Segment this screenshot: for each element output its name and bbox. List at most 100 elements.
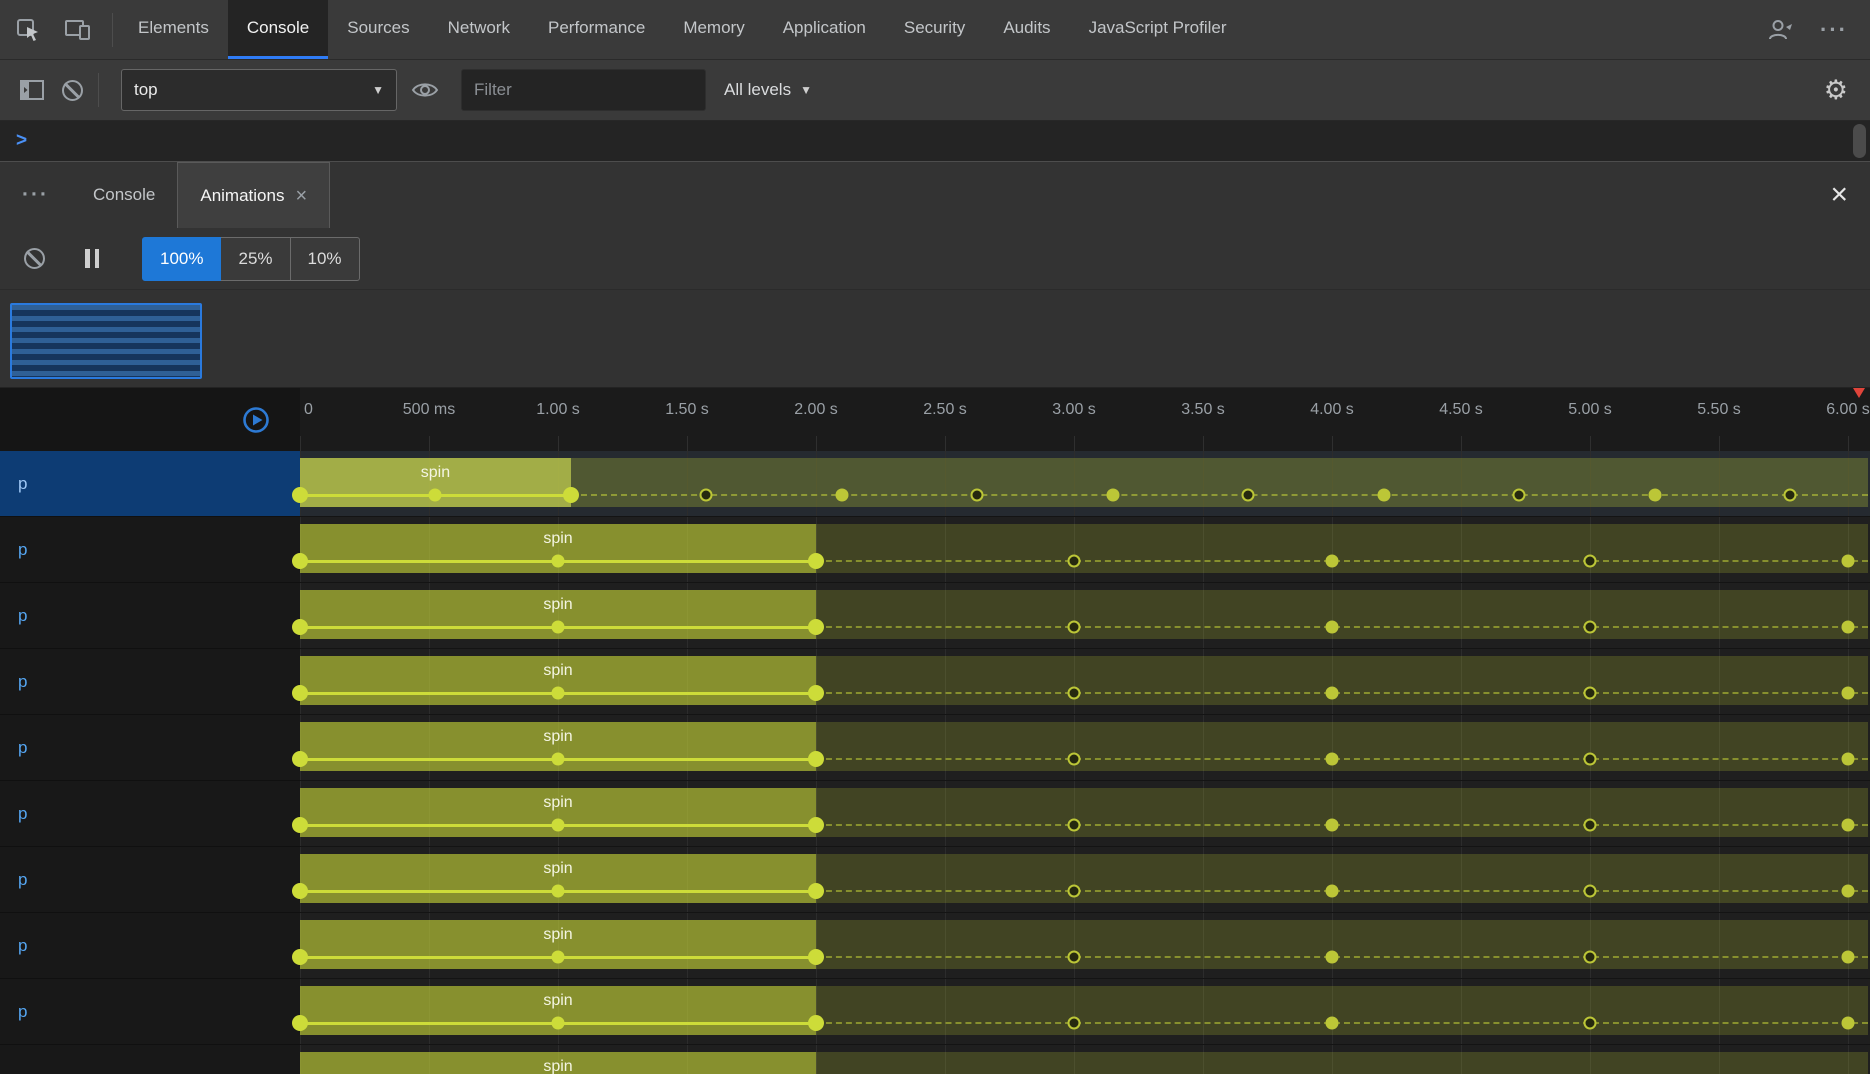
keyframe-point[interactable] — [808, 1015, 824, 1031]
tab-elements[interactable]: Elements — [119, 0, 228, 59]
keyframe-point[interactable] — [1067, 752, 1081, 766]
inspect-element-icon[interactable] — [14, 16, 42, 44]
keyframe-point[interactable] — [808, 817, 824, 833]
animation-row[interactable]: p spin — [0, 451, 1870, 517]
clear-console-icon[interactable] — [52, 70, 92, 110]
tab-application[interactable]: Application — [764, 0, 885, 59]
keyframe-point[interactable] — [428, 488, 442, 502]
playback-rate-100[interactable]: 100% — [142, 236, 222, 281]
keyframe-point[interactable] — [835, 488, 849, 502]
keyframe-point[interactable] — [551, 554, 565, 568]
drawer-close-icon[interactable]: × — [1808, 162, 1870, 228]
user-profile-icon[interactable] — [1766, 16, 1794, 44]
keyframe-point[interactable] — [1583, 752, 1597, 766]
node-cell[interactable]: p — [0, 451, 300, 517]
console-filter-input[interactable] — [461, 69, 706, 111]
keyframe-point[interactable] — [551, 818, 565, 832]
tab-close-icon[interactable]: × — [295, 186, 307, 206]
keyframe-point[interactable] — [1783, 488, 1797, 502]
keyframe-point[interactable] — [1583, 554, 1597, 568]
keyframe-point[interactable] — [1067, 554, 1081, 568]
keyframe-point[interactable] — [1067, 950, 1081, 964]
node-cell[interactable]: p — [0, 649, 300, 715]
node-cell[interactable]: p — [0, 847, 300, 913]
keyframe-point[interactable] — [292, 751, 308, 767]
keyframe-point[interactable] — [1841, 884, 1855, 898]
animation-row[interactable]: p spin — [0, 979, 1870, 1045]
keyframe-point[interactable] — [1067, 884, 1081, 898]
keyframe-point[interactable] — [1067, 1016, 1081, 1030]
keyframe-point[interactable] — [1325, 1016, 1339, 1030]
keyframe-point[interactable] — [1583, 950, 1597, 964]
keyframe-point[interactable] — [1841, 554, 1855, 568]
animation-preview-thumbnail[interactable] — [10, 303, 202, 379]
main-menu-icon[interactable]: ··· — [1820, 18, 1848, 41]
console-scrollbar[interactable] — [1853, 124, 1866, 158]
keyframe-point[interactable] — [1067, 818, 1081, 832]
keyframe-point[interactable] — [292, 949, 308, 965]
timeline-scrubber-marker[interactable] — [1853, 388, 1865, 398]
node-cell[interactable]: p — [0, 979, 300, 1045]
animation-row[interactable]: p spin — [0, 847, 1870, 913]
keyframe-point[interactable] — [1841, 686, 1855, 700]
clear-animations-icon[interactable] — [14, 239, 54, 279]
node-cell[interactable]: p — [0, 1045, 300, 1074]
tab-memory[interactable]: Memory — [664, 0, 763, 59]
keyframe-point[interactable] — [808, 949, 824, 965]
keyframe-point[interactable] — [551, 1016, 565, 1030]
keyframe-point[interactable] — [292, 1015, 308, 1031]
node-cell[interactable]: p — [0, 781, 300, 847]
console-prompt[interactable]: > — [0, 121, 1870, 161]
keyframe-point[interactable] — [1106, 488, 1120, 502]
keyframe-point[interactable] — [970, 488, 984, 502]
playback-rate-25[interactable]: 25% — [220, 236, 291, 281]
tab-javascript-profiler[interactable]: JavaScript Profiler — [1070, 0, 1246, 59]
keyframe-point[interactable] — [699, 488, 713, 502]
keyframe-point[interactable] — [1512, 488, 1526, 502]
more-tabs-icon[interactable]: ··· — [0, 162, 71, 228]
keyframe-point[interactable] — [1583, 620, 1597, 634]
keyframe-point[interactable] — [1841, 620, 1855, 634]
keyframe-point[interactable] — [808, 619, 824, 635]
animation-row[interactable]: p spin — [0, 649, 1870, 715]
keyframe-point[interactable] — [1841, 1016, 1855, 1030]
keyframe-point[interactable] — [292, 817, 308, 833]
tab-network[interactable]: Network — [429, 0, 529, 59]
replay-timeline-icon[interactable] — [240, 404, 272, 436]
keyframe-point[interactable] — [292, 619, 308, 635]
keyframe-point[interactable] — [1583, 1016, 1597, 1030]
keyframe-point[interactable] — [292, 685, 308, 701]
keyframe-point[interactable] — [1377, 488, 1391, 502]
keyframe-point[interactable] — [1583, 884, 1597, 898]
keyframe-point[interactable] — [1583, 818, 1597, 832]
animation-row[interactable]: p spin — [0, 1045, 1870, 1074]
animation-row[interactable]: p spin — [0, 715, 1870, 781]
animation-row[interactable]: p spin — [0, 913, 1870, 979]
tab-performance[interactable]: Performance — [529, 0, 664, 59]
keyframe-point[interactable] — [1241, 488, 1255, 502]
keyframe-point[interactable] — [292, 883, 308, 899]
keyframe-point[interactable] — [551, 752, 565, 766]
keyframe-point[interactable] — [808, 553, 824, 569]
playback-rate-10[interactable]: 10% — [289, 236, 360, 281]
keyframe-point[interactable] — [1325, 884, 1339, 898]
live-expression-eye-icon[interactable] — [405, 70, 445, 110]
console-settings-gear-icon[interactable]: ⚙ — [1824, 77, 1858, 104]
animation-row[interactable]: p spin — [0, 781, 1870, 847]
javascript-context-selector[interactable]: top ▼ — [121, 69, 397, 111]
keyframe-point[interactable] — [1067, 686, 1081, 700]
keyframe-point[interactable] — [551, 950, 565, 964]
tab-audits[interactable]: Audits — [984, 0, 1069, 59]
animation-active-span[interactable]: spin — [300, 1052, 816, 1074]
drawer-tab-animations[interactable]: Animations × — [177, 162, 331, 228]
keyframe-point[interactable] — [808, 685, 824, 701]
keyframe-point[interactable] — [1648, 488, 1661, 502]
keyframe-point[interactable] — [1067, 620, 1081, 634]
node-cell[interactable]: p — [0, 517, 300, 583]
animation-row[interactable]: p spin — [0, 517, 1870, 583]
keyframe-point[interactable] — [1325, 620, 1339, 634]
log-level-dropdown[interactable]: All levels ▼ — [724, 80, 812, 100]
device-toolbar-icon[interactable] — [64, 16, 92, 44]
keyframe-point[interactable] — [1325, 752, 1339, 766]
keyframe-point[interactable] — [551, 686, 565, 700]
